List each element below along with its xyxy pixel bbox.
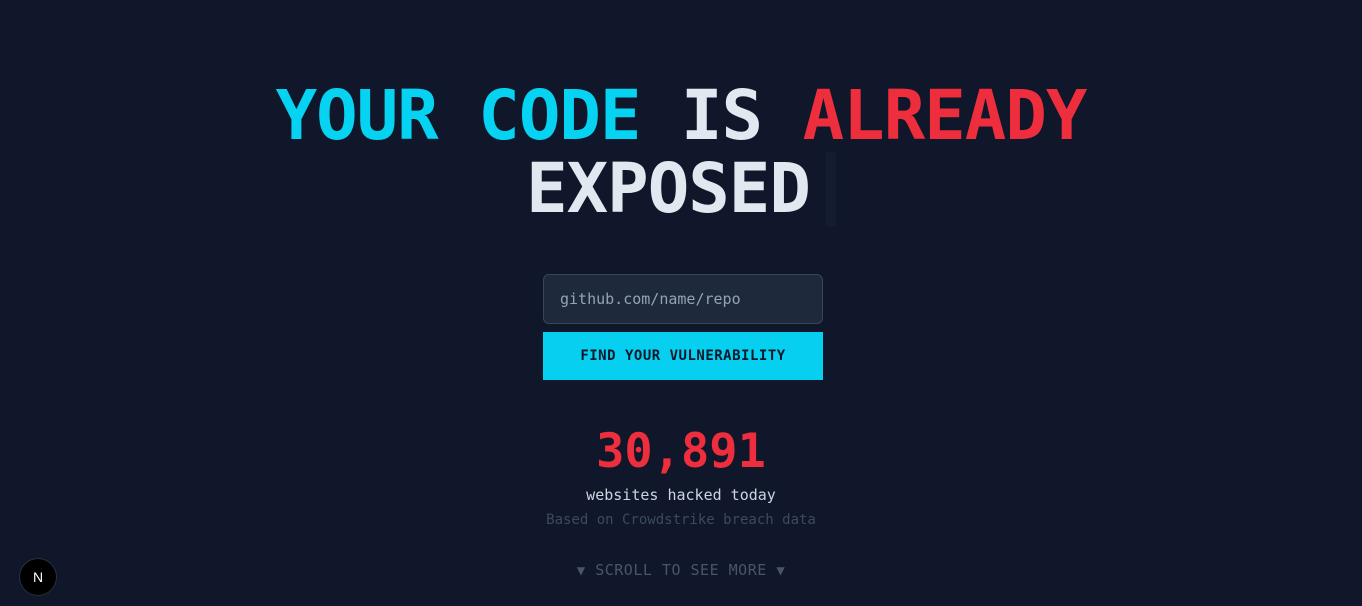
repo-url-input[interactable] (543, 274, 823, 324)
headline-word: EXPOSED (526, 149, 811, 229)
find-vulnerability-button[interactable]: FIND YOUR VULNERABILITY (543, 332, 823, 380)
headline-line-1: YOUR CODE IS ALREADY (0, 80, 1362, 152)
arrow-down-icon: ▼ (776, 563, 786, 579)
hero-headline: YOUR CODE IS ALREADY EXPOSED (0, 80, 1362, 226)
arrow-down-icon: ▼ (576, 563, 586, 579)
typing-cursor (825, 152, 836, 226)
landing-page: YOUR CODE IS ALREADY EXPOSED FIND YOUR V… (0, 0, 1362, 606)
scroll-hint[interactable]: ▼ SCROLL TO SEE MORE ▼ (0, 560, 1362, 581)
nextjs-letter: N (33, 569, 43, 585)
scroll-hint-label: SCROLL TO SEE MORE (595, 561, 767, 579)
nextjs-dev-indicator[interactable]: N (20, 559, 56, 595)
hacked-count-label: websites hacked today (586, 486, 776, 504)
nextjs-icon: N (33, 569, 43, 585)
headline-word: ALREADY (802, 76, 1088, 156)
headline-word: YOUR (275, 76, 439, 156)
data-source-note: Based on Crowdstrike breach data (546, 512, 816, 528)
hacked-count: 30,891 (596, 424, 766, 479)
headline-word: IS (681, 76, 763, 156)
headline-word: CODE (478, 76, 641, 156)
headline-line-2: EXPOSED (0, 152, 1362, 226)
